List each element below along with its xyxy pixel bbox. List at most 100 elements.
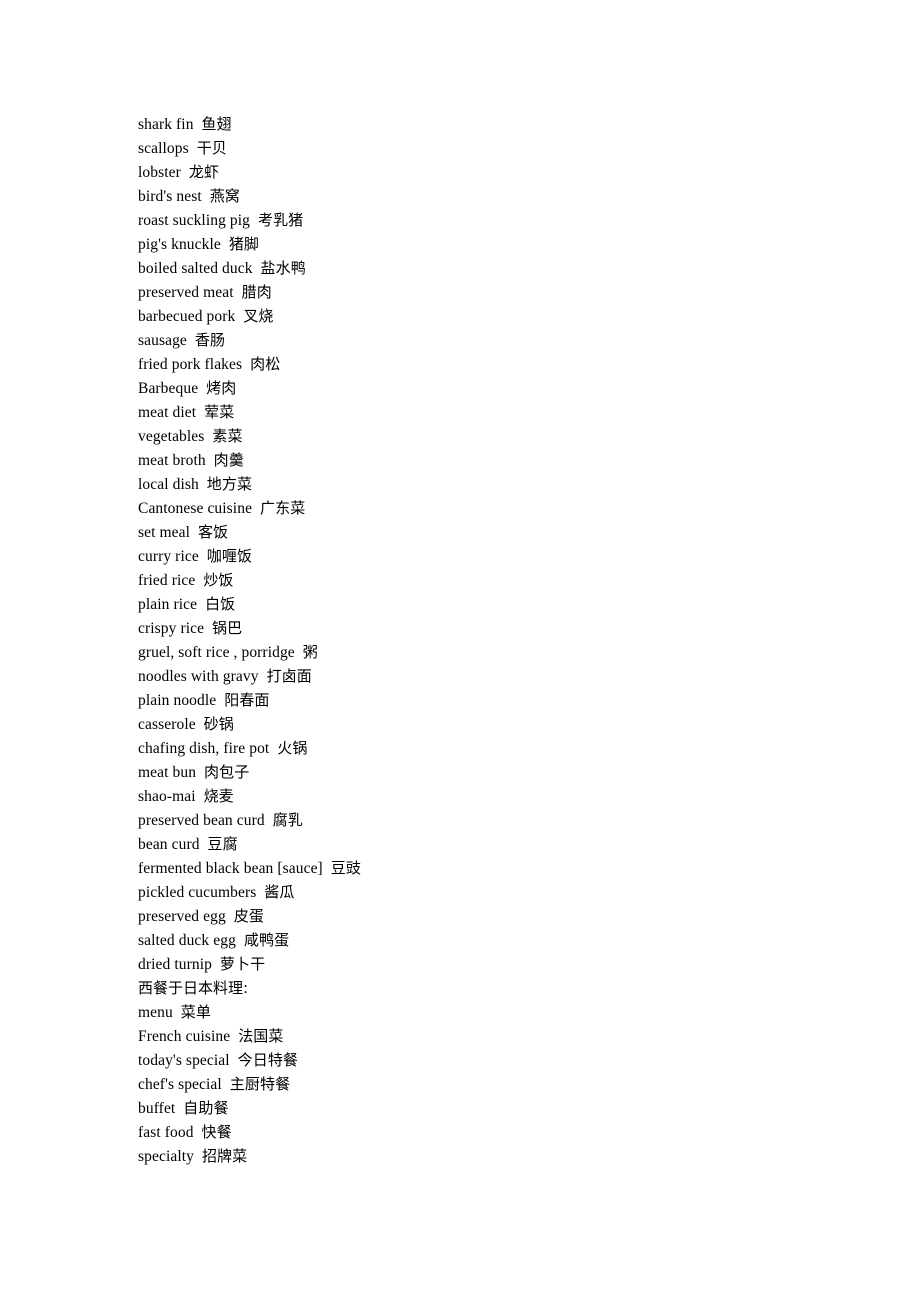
vocab-entry-english: Barbeque [138, 380, 199, 397]
vocab-entry-separator [196, 716, 204, 733]
vocab-entry-english: fermented black bean [sauce] [138, 860, 323, 877]
vocab-entry-separator [189, 140, 197, 157]
vocab-entry-chinese: 烧麦 [203, 787, 234, 805]
vocab-entry-chinese: 火锅 [277, 739, 308, 757]
vocab-entry-english: sausage [138, 332, 187, 349]
vocab-entry-english: preserved bean curd [138, 812, 265, 829]
vocab-entry-english: roast suckling pig [138, 212, 251, 229]
vocab-entry-english: salted duck egg [138, 932, 236, 949]
vocab-entry: curry rice 咖喱饭 [138, 544, 838, 568]
vocab-entry: casserole 砂锅 [138, 712, 838, 736]
vocab-entry-english: noodles with gravy [138, 668, 259, 685]
vocab-entry-english: buffet [138, 1100, 176, 1117]
vocab-entry-separator [194, 1124, 202, 1141]
vocab-entry-separator [252, 500, 260, 517]
vocab-entry-separator [259, 668, 267, 685]
vocab-entry-separator [198, 380, 206, 397]
vocab-entry-chinese: 自助餐 [183, 1099, 229, 1117]
vocab-entry-chinese: 考乳猪 [257, 211, 304, 229]
vocab-entry-english: barbecued pork [138, 308, 236, 325]
vocab-entry-chinese: 锅巴 [212, 619, 243, 637]
vocab-entry-chinese: 广东菜 [260, 499, 306, 517]
vocab-entry-english: casserole [138, 716, 196, 733]
vocab-entry-chinese: 腊肉 [241, 283, 272, 301]
vocab-entry: bean curd 豆腐 [138, 832, 838, 856]
vocab-entry-english: today's special [138, 1052, 230, 1069]
vocab-entry-chinese: 豆腐 [207, 835, 238, 853]
vocab-entry-english: lobster [138, 164, 181, 181]
vocab-entry: preserved meat 腊肉 [138, 280, 838, 304]
vocab-entry-separator [187, 332, 195, 349]
vocab-entry-separator [173, 1004, 181, 1021]
vocab-entry-separator [190, 524, 198, 541]
vocab-entry-separator [194, 116, 202, 133]
vocab-entry-separator [242, 356, 250, 373]
vocab-entry: scallops 干贝 [138, 136, 838, 160]
vocab-entry-english: boiled salted duck [138, 260, 253, 277]
vocab-entry-chinese: 烤肉 [206, 379, 237, 397]
vocab-entry-english: set meal [138, 524, 191, 541]
vocab-entry-separator [194, 1148, 202, 1165]
vocab-entry-chinese: 法国菜 [238, 1027, 284, 1045]
vocab-entry: salted duck egg 咸鸭蛋 [138, 928, 838, 952]
vocab-entry-separator [199, 548, 207, 565]
vocab-entry-chinese: 菜单 [180, 1003, 211, 1021]
vocab-entry-english: dried turnip [138, 956, 212, 973]
vocab-entry-english: specialty [138, 1148, 194, 1165]
vocab-entry-separator [253, 260, 261, 277]
vocab-entry: vegetables 素菜 [138, 424, 838, 448]
vocab-entry-english: meat diet [138, 404, 197, 421]
vocab-entry-separator [250, 212, 258, 229]
vocab-entry: meat bun 肉包子 [138, 760, 838, 784]
vocab-entry-chinese: 萝卜干 [219, 955, 266, 973]
vocab-entry-separator [200, 836, 208, 853]
document-page: shark fin 鱼翅 scallops 干贝 lobster 龙虾 bird's … [0, 0, 920, 1302]
vocab-entry-separator [202, 188, 210, 205]
vocab-entry-chinese: 肉羹 [213, 451, 244, 469]
vocab-entry-english: chafing dish, fire pot [138, 740, 270, 757]
vocab-entry-english: meat bun [138, 764, 197, 781]
vocab-entry: shark fin 鱼翅 [138, 112, 838, 136]
vocab-entry: pig's knuckle 猪脚 [138, 232, 838, 256]
vocab-entry-english: shao-mai [138, 788, 196, 805]
vocab-entry-english: fried rice [138, 572, 196, 589]
vocab-entry: chafing dish, fire pot 火锅 [138, 736, 838, 760]
vocab-entry-chinese: 酱瓜 [264, 883, 295, 901]
vocab-entry-english: chef's special [138, 1076, 222, 1093]
vocab-entry-chinese: 皮蛋 [233, 907, 264, 925]
vocab-entry-separator [196, 404, 204, 421]
vocab-entry: roast suckling pig 考乳猪 [138, 208, 838, 232]
vocab-entry-separator [181, 164, 189, 181]
vocab-entry: Cantonese cuisine 广东菜 [138, 496, 838, 520]
vocab-entry: specialty 招牌菜 [138, 1144, 838, 1168]
vocab-entry-english: scallops [138, 140, 189, 157]
vocab-entry: dried turnip 萝卜干 [138, 952, 838, 976]
vocab-entry-english: menu [138, 1004, 173, 1021]
vocab-entry-separator [323, 860, 331, 877]
vocab-entry: boiled salted duck 盐水鸭 [138, 256, 838, 280]
vocab-entry-chinese: 香肠 [194, 331, 226, 349]
vocab-entry: menu 菜单 [138, 1000, 838, 1024]
vocab-entry: meat broth 肉羹 [138, 448, 838, 472]
vocab-entry: lobster 龙虾 [138, 160, 838, 184]
vocab-entry-chinese: 龙虾 [188, 163, 220, 181]
vocab-entry-chinese: 肉包子 [204, 763, 250, 781]
vocab-entry-english: pig's knuckle [138, 236, 221, 253]
vocab-entry: French cuisine 法国菜 [138, 1024, 838, 1048]
vocab-entry: Barbeque 烤肉 [138, 376, 838, 400]
vocab-entry-english: fast food [138, 1124, 194, 1141]
vocab-entry-separator [236, 932, 244, 949]
vocab-entry-chinese: 粥 [302, 643, 318, 661]
vocab-entry-chinese: 燕窝 [209, 187, 240, 205]
vocab-entry-chinese: 招牌菜 [201, 1147, 248, 1165]
vocab-entry: barbecued pork 叉烧 [138, 304, 838, 328]
vocab-entry-english: bird's nest [138, 188, 202, 205]
vocab-entry: crispy rice 锅巴 [138, 616, 838, 640]
vocab-entry-chinese: 咖喱饭 [206, 547, 253, 565]
vocab-entry-english: vegetables [138, 428, 205, 445]
vocab-entry-separator [199, 476, 207, 493]
vocab-entry-separator [206, 452, 214, 469]
vocab-entry-chinese: 咸鸭蛋 [243, 931, 290, 949]
vocab-entry: fermented black bean [sauce] 豆豉 [138, 856, 838, 880]
vocab-entry: shao-mai 烧麦 [138, 784, 838, 808]
